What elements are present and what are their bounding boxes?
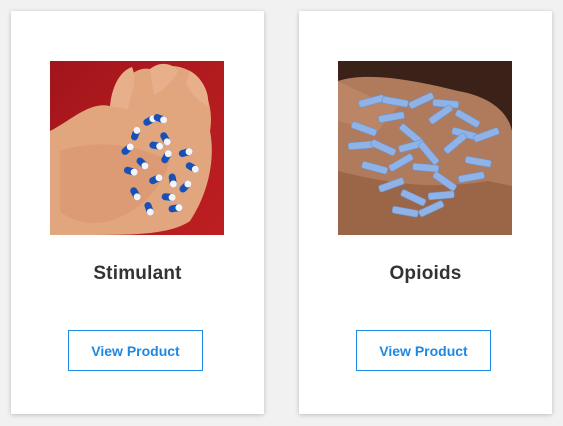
view-product-button[interactable]: View Product (356, 330, 491, 371)
product-card-opioids: Opioids View Product (299, 11, 552, 414)
product-title: Opioids (389, 263, 462, 284)
view-product-button[interactable]: View Product (68, 330, 203, 371)
opioid-pills-image[interactable] (338, 61, 512, 235)
product-card-stimulant: Stimulant View Product (11, 11, 264, 414)
stimulant-capsules-image[interactable] (50, 61, 224, 235)
product-title: Stimulant (93, 263, 182, 284)
